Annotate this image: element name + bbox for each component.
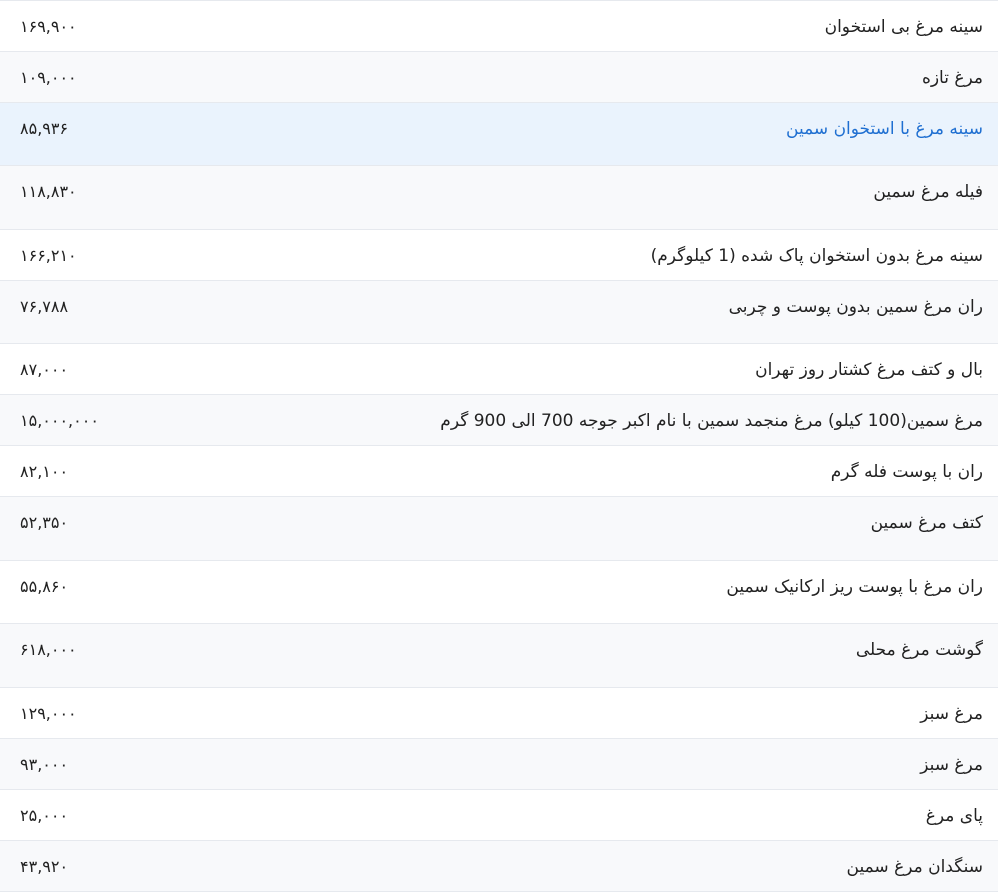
table-row: فیله مرغ سمین ۱۱۸,۸۳۰: [0, 166, 998, 230]
product-name[interactable]: مرغ تازه: [922, 52, 998, 90]
product-price: ۸۲,۱۰۰: [20, 462, 69, 481]
product-price: ۸۵,۹۳۶: [20, 119, 69, 138]
table-row: سینه مرغ بدون استخوان پاک شده (1 کیلوگرم…: [0, 230, 998, 281]
product-name[interactable]: ران مرغ سمین بدون پوست و چربی: [729, 281, 998, 319]
product-price: ۵۲,۳۵۰: [20, 513, 69, 532]
product-price: ۱۶۹,۹۰۰: [20, 17, 77, 36]
product-price: ۱۱۸,۸۳۰: [20, 182, 77, 201]
table-row: ران مرغ سمین بدون پوست و چربی ۷۶,۷۸۸: [0, 281, 998, 344]
product-name[interactable]: سینه مرغ بدون استخوان پاک شده (1 کیلوگرم…: [651, 230, 998, 268]
product-price: ۱۵,۰۰۰,۰۰۰: [20, 411, 99, 430]
table-row: مرغ سمین(100 کیلو) مرغ منجمد سمین با نام…: [0, 395, 998, 446]
product-name[interactable]: مرغ سبز: [920, 739, 998, 777]
product-name[interactable]: مرغ سبز: [920, 688, 998, 726]
table-row: پای مرغ ۲۵,۰۰۰: [0, 790, 998, 841]
product-name[interactable]: بال و کتف مرغ کشتار روز تهران: [755, 344, 998, 382]
product-name[interactable]: سینه مرغ با استخوان سمین: [786, 103, 998, 141]
table-row: ران مرغ با پوست ریز ارکانیک سمین ۵۵,۸۶۰: [0, 561, 998, 624]
product-price: ۱۰۹,۰۰۰: [20, 68, 77, 87]
price-table: سینه مرغ بی استخوان ۱۶۹,۹۰۰ مرغ تازه ۱۰۹…: [0, 0, 998, 892]
product-name[interactable]: سنگدان مرغ سمین: [847, 841, 998, 879]
product-price: ۵۵,۸۶۰: [20, 577, 69, 596]
table-row: سنگدان مرغ سمین ۴۳,۹۲۰: [0, 841, 998, 892]
product-name[interactable]: کتف مرغ سمین: [871, 497, 998, 535]
product-price: ۲۵,۰۰۰: [20, 806, 69, 825]
table-row: مرغ سبز ۱۲۹,۰۰۰: [0, 688, 998, 739]
table-row: مرغ سبز ۹۳,۰۰۰: [0, 739, 998, 790]
table-row: سینه مرغ بی استخوان ۱۶۹,۹۰۰: [0, 1, 998, 52]
product-price: ۸۷,۰۰۰: [20, 360, 69, 379]
product-name[interactable]: گوشت مرغ محلی: [856, 624, 998, 662]
product-price: ۱۲۹,۰۰۰: [20, 704, 77, 723]
table-row: ران با پوست فله گرم ۸۲,۱۰۰: [0, 446, 998, 497]
product-name[interactable]: ران مرغ با پوست ریز ارکانیک سمین: [726, 561, 998, 599]
table-row: بال و کتف مرغ کشتار روز تهران ۸۷,۰۰۰: [0, 344, 998, 395]
table-row: سینه مرغ با استخوان سمین ۸۵,۹۳۶: [0, 103, 998, 166]
product-name[interactable]: پای مرغ: [926, 790, 998, 828]
product-price: ۱۶۶,۲۱۰: [20, 246, 77, 265]
table-row: مرغ تازه ۱۰۹,۰۰۰: [0, 52, 998, 103]
product-name[interactable]: مرغ سمین(100 کیلو) مرغ منجمد سمین با نام…: [440, 395, 998, 433]
product-price: ۶۱۸,۰۰۰: [20, 640, 77, 659]
product-price: ۹۳,۰۰۰: [20, 755, 69, 774]
table-row: کتف مرغ سمین ۵۲,۳۵۰: [0, 497, 998, 561]
product-name[interactable]: سینه مرغ بی استخوان: [825, 1, 998, 39]
product-name[interactable]: ران با پوست فله گرم: [831, 446, 998, 484]
product-price: ۴۳,۹۲۰: [20, 857, 69, 876]
product-price: ۷۶,۷۸۸: [20, 297, 69, 316]
table-row: گوشت مرغ محلی ۶۱۸,۰۰۰: [0, 624, 998, 688]
product-name[interactable]: فیله مرغ سمین: [873, 166, 998, 204]
